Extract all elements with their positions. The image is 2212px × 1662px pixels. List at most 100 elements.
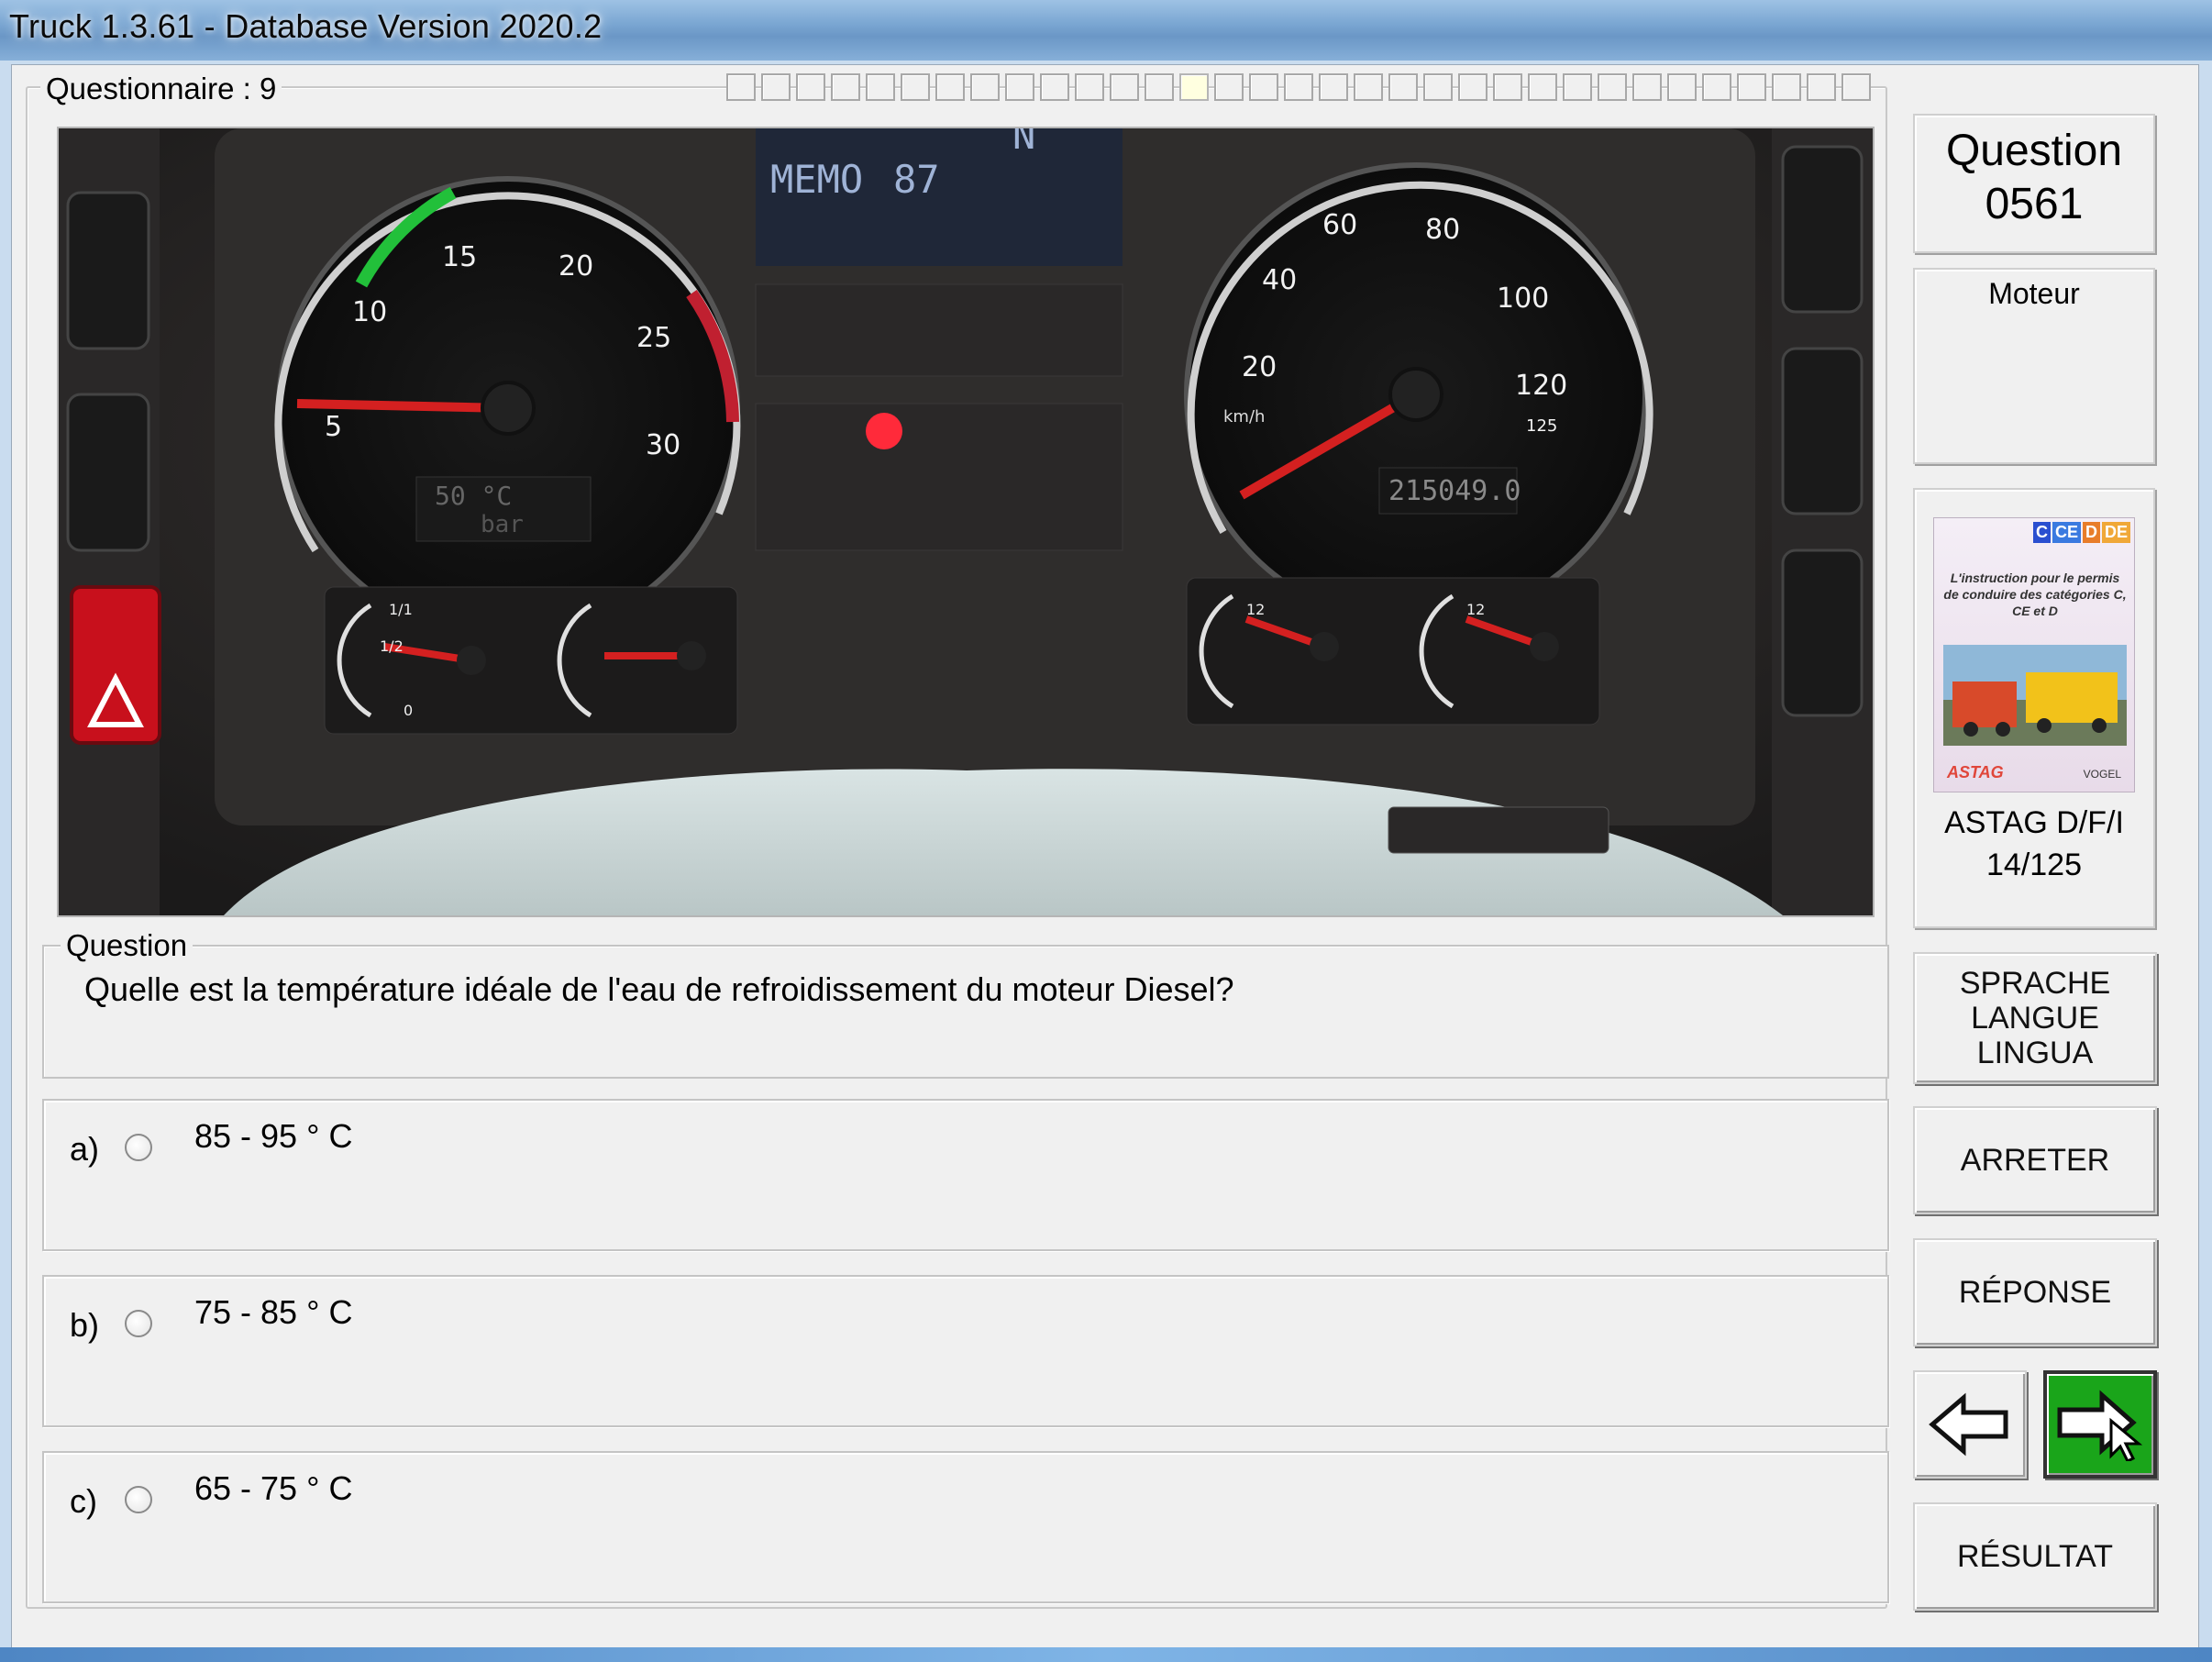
- book-vehicles-photo: [1943, 645, 2127, 746]
- tacho-tick-10: 10: [352, 296, 387, 328]
- speedo-tick-40: 40: [1262, 264, 1297, 296]
- progress-square: [1737, 73, 1766, 101]
- progress-square: [1110, 73, 1139, 101]
- question-progress-bar: [726, 73, 1886, 101]
- temp-readout: 50 °C: [435, 481, 512, 511]
- progress-square: [901, 73, 930, 101]
- parking-brake-warning-icon: [866, 413, 902, 449]
- language-button[interactable]: SPRACHE LANGUE LINGUA: [1913, 952, 2157, 1084]
- book-publisher-right: VOGEL: [2083, 768, 2121, 781]
- answer-letter: b): [70, 1306, 100, 1344]
- tacho-tick-15: 15: [442, 241, 477, 273]
- memo-value: 87: [893, 157, 940, 202]
- answer-text: 65 - 75 ° C: [194, 1469, 353, 1507]
- progress-square: [1249, 73, 1278, 101]
- book-cover: C CE D DE L'instruction pour le permis d…: [1933, 517, 2135, 792]
- question-legend: Question: [61, 928, 194, 963]
- answer-text: 75 - 85 ° C: [194, 1293, 353, 1331]
- air1-label-12: 12: [1246, 601, 1265, 618]
- answer-radio-b[interactable]: [125, 1310, 152, 1337]
- book-title: L'instruction pour le permis de conduire…: [1943, 571, 2127, 618]
- progress-square: [1179, 73, 1209, 101]
- book-label: ASTAG D/F/I 14/125: [1915, 802, 2153, 886]
- progress-square: [1423, 73, 1453, 101]
- book-reference-box: C CE D DE L'instruction pour le permis d…: [1913, 488, 2155, 928]
- speedo-unit: km/h: [1223, 407, 1265, 427]
- answer-text: 85 - 95 ° C: [194, 1117, 353, 1155]
- progress-square: [1075, 73, 1104, 101]
- question-number-label: Question: [1945, 127, 2123, 175]
- fuel-label-empty: 0: [404, 702, 413, 719]
- language-label-fr: LANGUE: [1971, 1001, 2099, 1036]
- progress-square: [1563, 73, 1592, 101]
- progress-square: [970, 73, 1000, 101]
- book-tag-de: DE: [2101, 522, 2130, 543]
- gear-display: N: [1012, 128, 1035, 158]
- tacho-tick-30: 30: [646, 429, 680, 461]
- progress-square: [1388, 73, 1418, 101]
- progress-square: [1841, 73, 1871, 101]
- dashboard-illustration: 5 10 15 20 25 30 50 °C bar 20 40 60 80 1…: [59, 128, 1873, 915]
- progress-square: [866, 73, 895, 101]
- fuel-label-full: 1/1: [389, 601, 413, 618]
- progress-square: [1632, 73, 1662, 101]
- progress-square: [1667, 73, 1697, 101]
- arrow-left-icon: [1929, 1392, 2008, 1457]
- progress-square: [1005, 73, 1034, 101]
- progress-square: [831, 73, 860, 101]
- book-tag-ce: CE: [2052, 522, 2081, 543]
- stop-button[interactable]: ARRETER: [1913, 1106, 2157, 1214]
- language-label-it: LINGUA: [1976, 1036, 2094, 1070]
- answer-option-c[interactable]: c) 65 - 75 ° C: [42, 1451, 1889, 1603]
- book-label-line1: ASTAG D/F/I: [1944, 805, 2124, 840]
- progress-square: [796, 73, 825, 101]
- answer-letter: a): [70, 1130, 100, 1168]
- tacho-tick-25: 25: [636, 322, 671, 354]
- book-category-tags: C CE D DE: [2032, 522, 2130, 543]
- previous-question-button[interactable]: [1913, 1370, 2027, 1479]
- progress-square: [1145, 73, 1174, 101]
- speedo-tick-20: 20: [1242, 351, 1277, 383]
- next-question-button[interactable]: [2043, 1370, 2157, 1479]
- progress-square: [935, 73, 965, 101]
- speedo-tick-80: 80: [1425, 214, 1460, 246]
- result-button[interactable]: RÉSULTAT: [1913, 1502, 2157, 1611]
- progress-square: [1702, 73, 1731, 101]
- show-answer-button[interactable]: RÉPONSE: [1913, 1238, 2157, 1346]
- progress-square: [1598, 73, 1627, 101]
- answer-option-b[interactable]: b) 75 - 85 ° C: [42, 1275, 1889, 1427]
- tacho-tick-5: 5: [325, 411, 342, 443]
- taskbar-strip: [0, 1647, 2212, 1662]
- book-tag-c: C: [2032, 522, 2051, 543]
- book-label-line2: 14/125: [1986, 848, 2082, 882]
- progress-square: [761, 73, 791, 101]
- progress-square: [1458, 73, 1488, 101]
- question-image: 5 10 15 20 25 30 50 °C bar 20 40 60 80 1…: [57, 127, 1875, 917]
- progress-square: [1284, 73, 1313, 101]
- answer-radio-a[interactable]: [125, 1134, 152, 1161]
- question-text: Quelle est la température idéale de l'ea…: [84, 970, 1234, 1008]
- question-box: [42, 945, 1889, 1079]
- progress-square: [1214, 73, 1244, 101]
- window-title: Truck 1.3.61 - Database Version 2020.2: [9, 7, 603, 45]
- speedo-tick-60: 60: [1322, 209, 1357, 241]
- speedo-tick-100: 100: [1497, 283, 1549, 315]
- category-box: Moteur: [1913, 268, 2155, 464]
- speedo-tick-120: 120: [1515, 370, 1567, 402]
- progress-square: [1807, 73, 1836, 101]
- question-number-box: Question 0561: [1913, 114, 2155, 253]
- speedo-tick-125: 125: [1526, 416, 1557, 436]
- questionnaire-legend: Questionnaire : 9: [40, 72, 282, 106]
- progress-square: [726, 73, 756, 101]
- progress-square: [1493, 73, 1522, 101]
- book-tag-d: D: [2082, 522, 2100, 543]
- progress-square: [1354, 73, 1383, 101]
- arrow-right-icon: [2057, 1390, 2143, 1461]
- answer-option-a[interactable]: a) 85 - 95 ° C: [42, 1099, 1889, 1251]
- answer-radio-c[interactable]: [125, 1486, 152, 1513]
- question-number: 0561: [1985, 180, 2084, 228]
- progress-square: [1528, 73, 1557, 101]
- book-publisher-left: ASTAG: [1947, 763, 2004, 781]
- memo-label: MEMO: [770, 157, 863, 202]
- language-label-de: SPRACHE: [1959, 966, 2111, 1001]
